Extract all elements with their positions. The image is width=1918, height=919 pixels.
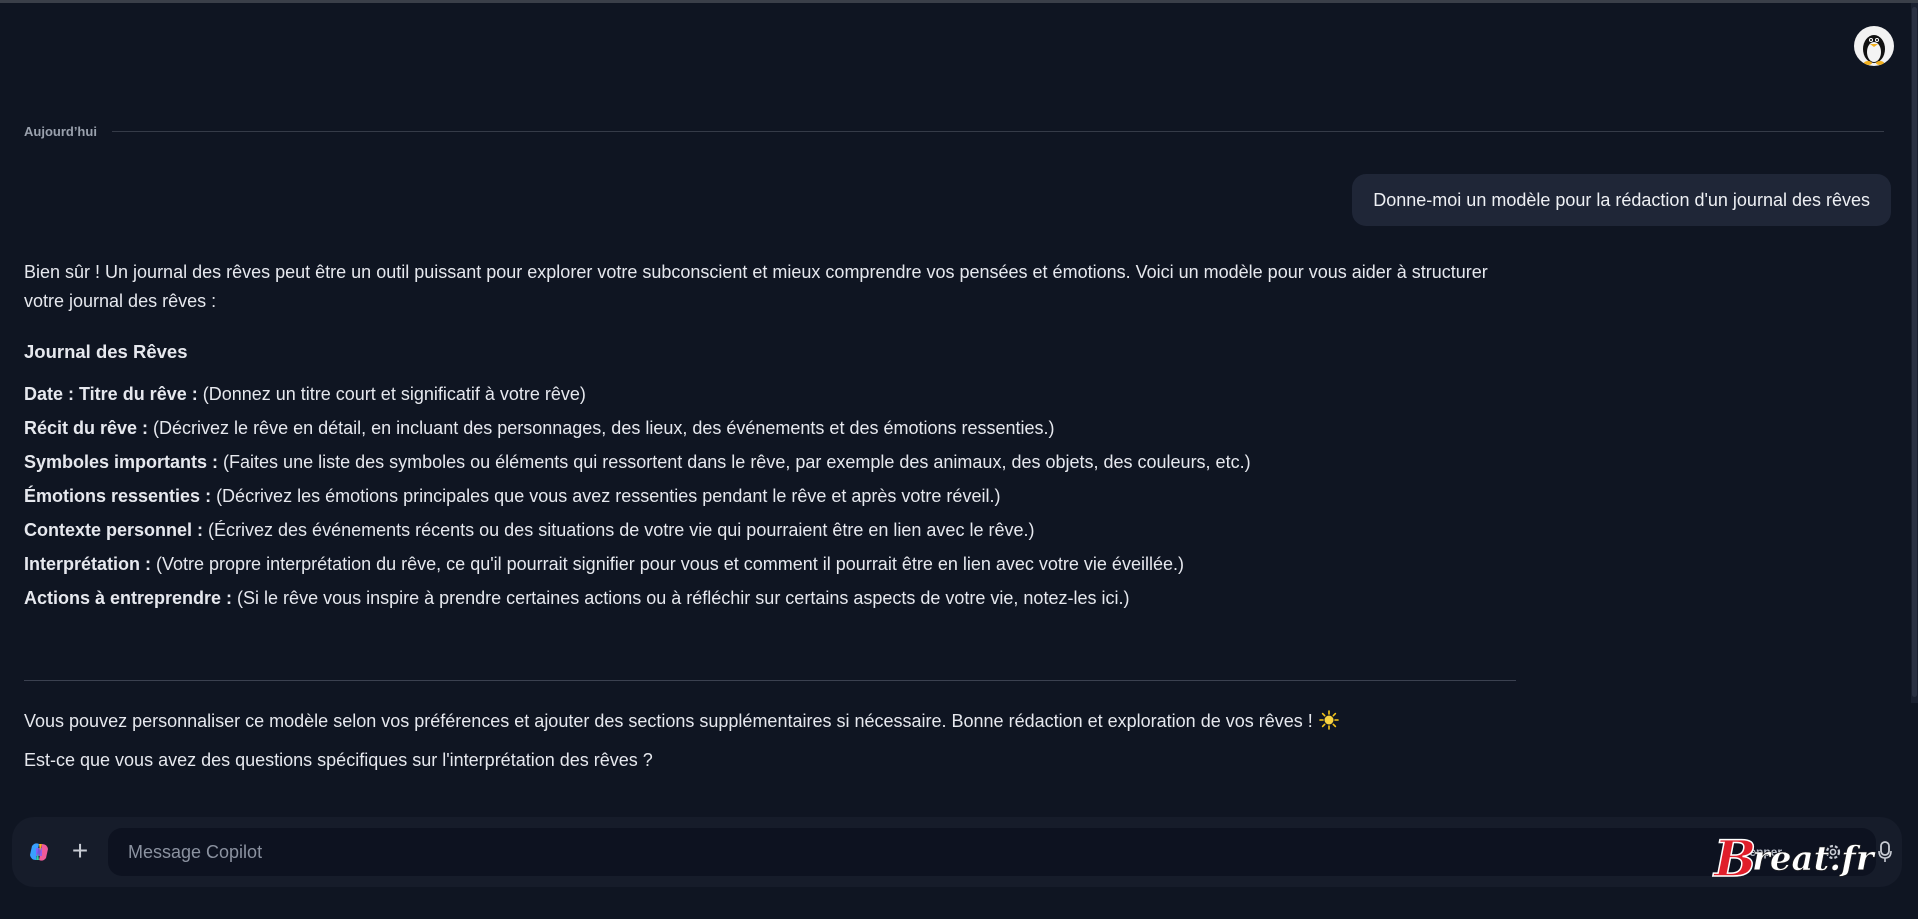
template-field-emotions: Émotions ressenties : (Décrivez les émot…	[24, 486, 1000, 507]
field-text: (Décrivez le rêve en détail, en incluant…	[148, 418, 1055, 438]
day-label: Aujourd’hui	[24, 124, 97, 139]
penguin-icon	[1863, 35, 1885, 65]
field-label: Interprétation :	[24, 554, 152, 574]
user-avatar[interactable]	[1854, 26, 1894, 66]
field-label: Contexte personnel :	[24, 520, 204, 540]
field-text: (Si le rêve vous inspire à prendre certa…	[232, 588, 1130, 608]
day-separator: Aujourd’hui	[24, 124, 1884, 140]
field-text: (Donnez un titre court et significatif à…	[197, 384, 586, 404]
message-input[interactable]	[108, 828, 1876, 876]
template-field-interpretation: Interprétation : (Votre propre interprét…	[24, 554, 1184, 575]
assistant-outro-1: Vous pouvez personnaliser ce modèle selo…	[24, 710, 1339, 732]
template-field-symboles: Symboles importants : (Faites une liste …	[24, 452, 1251, 473]
voice-selector[interactable]: pepper	[1738, 842, 1786, 862]
field-label: Date : Titre du rêve :	[24, 384, 198, 404]
user-message-bubble: Donne-moi un modèle pour la rédaction d'…	[1352, 174, 1891, 226]
field-label: Actions à entreprendre :	[24, 588, 233, 608]
outro-text: Vous pouvez personnaliser ce modèle selo…	[24, 711, 1313, 731]
scrollbar-thumb[interactable]	[1912, 7, 1917, 697]
template-field-contexte: Contexte personnel : (Écrivez des événem…	[24, 520, 1034, 541]
template-field-actions: Actions à entreprendre : (Si le rêve vou…	[24, 588, 1129, 609]
horizontal-rule	[24, 680, 1516, 681]
field-label: Symboles importants :	[24, 452, 219, 472]
assistant-intro: Bien sûr ! Un journal des rêves peut êtr…	[24, 262, 1488, 311]
field-label: Émotions ressenties :	[24, 486, 212, 506]
sun-icon	[1318, 710, 1339, 730]
gear-icon[interactable]	[1822, 841, 1844, 863]
scrollbar-track[interactable]	[1911, 3, 1918, 703]
microphone-icon[interactable]	[1878, 841, 1892, 863]
field-text: (Faites une liste des symboles ou élémen…	[218, 452, 1251, 472]
field-label: Récit du rêve :	[24, 418, 149, 438]
plus-icon[interactable]: +	[64, 836, 96, 868]
field-text: (Décrivez les émotions principales que v…	[211, 486, 1001, 506]
template-field-date: Date : Titre du rêve : (Donnez un titre …	[24, 384, 586, 405]
window-top-edge	[0, 0, 1918, 3]
copilot-logo-icon[interactable]	[27, 840, 51, 864]
field-text: (Écrivez des événements récents ou des s…	[203, 520, 1035, 540]
assistant-outro-2: Est-ce que vous avez des questions spéci…	[24, 750, 653, 770]
template-heading: Journal des Rêves	[24, 341, 188, 362]
template-field-recit: Récit du rêve : (Décrivez le rêve en dét…	[24, 418, 1055, 439]
composer: + pepper	[12, 817, 1902, 887]
field-text: (Votre propre interprétation du rêve, ce…	[151, 554, 1184, 574]
day-divider-line	[112, 131, 1884, 132]
